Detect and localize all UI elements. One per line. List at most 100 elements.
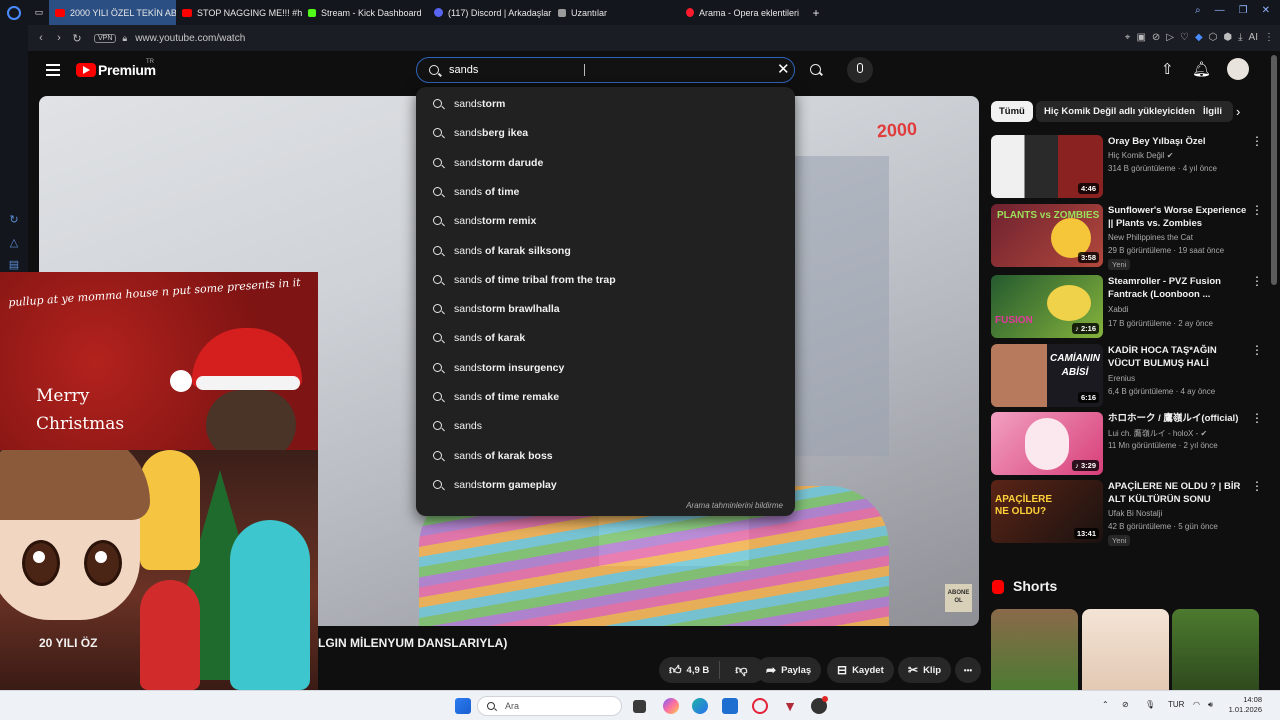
scrollbar-thumb[interactable] <box>1271 55 1277 285</box>
recommendation-item[interactable]: 4:46 Oray Bey Yılbaşı Özel Hiç Komik Değ… <box>991 135 1263 199</box>
page-scrollbar[interactable] <box>1268 51 1280 690</box>
chip-all[interactable]: Tümü <box>991 101 1033 122</box>
search-suggestion-item[interactable]: sandstorm gameplay <box>416 471 795 500</box>
task-view-icon[interactable] <box>633 700 646 713</box>
sidebar-aria-icon[interactable]: △ <box>8 237 20 249</box>
rec-title[interactable]: Sunflower's Worse Experience || Plants v… <box>1108 204 1248 231</box>
new-tab-button[interactable]: + <box>806 0 826 25</box>
opera-taskbar-icon[interactable] <box>752 698 768 714</box>
cube-icon[interactable]: ⬢ <box>1223 32 1232 43</box>
notifications-bell-icon[interactable]: 🔔︎ <box>1192 60 1211 78</box>
video-thumbnail[interactable]: ♪ 3:29 <box>991 412 1103 475</box>
search-suggestion-item[interactable]: sands of karak <box>416 324 795 353</box>
more-actions-button[interactable]: ••• <box>955 657 981 683</box>
rec-channel[interactable]: Ufak Bi Nostalji <box>1108 509 1162 518</box>
kebab-menu-icon[interactable]: ⋮ <box>1251 480 1263 492</box>
search-suggestion-item[interactable]: sands of karak boss <box>416 442 795 471</box>
kebab-menu-icon[interactable]: ⋮ <box>1251 344 1263 356</box>
search-suggestion-item[interactable]: sands <box>416 412 795 441</box>
taskbar-search[interactable]: Ara <box>477 696 622 716</box>
recommendation-item[interactable]: CAMİANIN ABİSİ 6:16 KADİR HOCA TAŞ*AĞIN … <box>991 344 1263 408</box>
search-suggestion-item[interactable]: sandstorm <box>416 90 795 119</box>
rec-title[interactable]: ホロホーク / 鷹嶺ルイ(official) <box>1108 412 1248 425</box>
sidebar-history-icon[interactable]: ↻ <box>8 214 20 226</box>
search-button[interactable] <box>803 57 829 83</box>
player-icon[interactable]: ▷ <box>1166 32 1174 43</box>
kebab-menu-icon[interactable]: ⋮ <box>1251 204 1263 216</box>
short-thumbnail[interactable] <box>1172 609 1259 690</box>
ai-icon[interactable]: AI <box>1249 32 1258 43</box>
rec-channel[interactable]: Lui ch. 鷹嶺ルイ - holoX - ✔ <box>1108 428 1207 439</box>
rec-title[interactable]: KADİR HOCA TAŞ*AĞIN VÜCUT BULMUŞ HALİ <box>1108 344 1248 370</box>
workspaces-icon[interactable]: ▭ <box>29 0 49 25</box>
search-suggestion-item[interactable]: sands of time remake <box>416 383 795 412</box>
tab-discord[interactable]: (117) Discord | Arkadaşlar <box>428 0 552 25</box>
valorant-icon[interactable]: ▼ <box>782 698 798 714</box>
language-indicator[interactable]: TUR <box>1168 700 1184 709</box>
store-icon[interactable] <box>722 698 738 714</box>
short-thumbnail[interactable] <box>991 609 1078 690</box>
lock-icon[interactable]: 🔒︎ <box>122 33 127 44</box>
report-predictions-link[interactable]: Arama tahminlerini bildirme <box>686 501 783 510</box>
back-icon[interactable]: ‹ <box>32 32 50 44</box>
search-tabs-icon[interactable]: ⌕ <box>1195 5 1201 16</box>
close-window-icon[interactable]: ✕ <box>1262 5 1270 16</box>
download-icon[interactable]: ⤓ <box>1238 32 1242 43</box>
recommendation-item[interactable]: FUSION ♪ 2:16 Steamroller - PVZ Fusion F… <box>991 275 1263 339</box>
forward-icon[interactable]: › <box>50 32 68 44</box>
kebab-menu-icon[interactable]: ⋮ <box>1251 412 1263 424</box>
short-thumbnail[interactable] <box>1082 609 1169 690</box>
video-thumbnail[interactable]: 4:46 <box>991 135 1103 198</box>
share-button[interactable]: ➦ Paylaş <box>756 657 822 683</box>
voice-search-button[interactable] <box>847 57 873 83</box>
clip-button[interactable]: ✂ Klip <box>898 657 952 683</box>
maximize-icon[interactable]: ❐ <box>1239 5 1248 16</box>
vpn-badge[interactable]: VPN <box>94 33 117 43</box>
video-thumbnail[interactable]: APAÇİLERE NE OLDU? 13:41 <box>991 480 1103 543</box>
search-input[interactable] <box>449 62 749 78</box>
clear-search-icon[interactable]: ✕ <box>777 62 790 78</box>
copilot-icon[interactable] <box>663 698 679 714</box>
tab-extensions[interactable]: Uzantılar <box>552 0 680 25</box>
search-suggestion-item[interactable]: sandsberg ikea <box>416 119 795 148</box>
video-thumbnail[interactable]: CAMİANIN ABİSİ 6:16 <box>991 344 1103 407</box>
search-suggestion-item[interactable]: sandstorm brawlhalla <box>416 295 795 324</box>
extensions-icon[interactable]: ⬡ <box>1209 32 1218 43</box>
guide-menu-icon[interactable] <box>46 64 60 76</box>
rec-channel[interactable]: Xabdi <box>1108 305 1128 314</box>
tray-overflow-icon[interactable]: ⌃ <box>1102 700 1109 709</box>
search-suggestion-item[interactable]: sandstorm darude <box>416 149 795 178</box>
search-suggestion-item[interactable]: sands of time <box>416 178 795 207</box>
heart-icon[interactable]: ♡ <box>1180 32 1189 43</box>
kebab-menu-icon[interactable]: ⋮ <box>1251 135 1263 147</box>
opera-logo-icon[interactable] <box>7 5 21 20</box>
search-box[interactable]: ✕ <box>416 57 795 83</box>
extension-icon[interactable]: ◆ <box>1195 32 1203 43</box>
rec-channel[interactable]: Erenius <box>1108 374 1135 383</box>
chip-related[interactable]: İlgili <box>1195 101 1233 122</box>
snapshot-icon[interactable]: ▣ <box>1136 32 1145 43</box>
wifi-icon[interactable]: ◠ <box>1193 700 1200 709</box>
rec-title[interactable]: Oray Bey Yılbaşı Özel <box>1108 135 1248 148</box>
tray-mic-icon[interactable]: 🎙︎ <box>1145 700 1155 709</box>
reload-icon[interactable]: ↻ <box>68 32 86 45</box>
dislike-button[interactable]: 👎︎ <box>725 663 757 678</box>
sidebar-pinboard-icon[interactable]: ▤ <box>8 259 20 271</box>
recommendation-item[interactable]: APAÇİLERE NE OLDU? 13:41 APAÇİLERE NE OL… <box>991 480 1263 546</box>
recommendation-item[interactable]: PLANTS vs ZOMBIES 3:58 Sunflower's Worse… <box>991 204 1263 270</box>
rec-channel[interactable]: New Philippines the Cat <box>1108 233 1193 242</box>
search-suggestion-item[interactable]: sandstorm remix <box>416 207 795 236</box>
recommendation-item[interactable]: ♪ 3:29 ホロホーク / 鷹嶺ルイ(official) Lui ch. 鷹嶺… <box>991 412 1263 476</box>
youtube-logo-icon[interactable] <box>76 63 96 77</box>
tray-shield-icon[interactable]: ⊘ <box>1122 700 1129 709</box>
volume-icon[interactable]: 🔊︎ <box>1208 700 1213 710</box>
video-thumbnail[interactable]: PLANTS vs ZOMBIES 3:58 <box>991 204 1103 267</box>
upload-icon[interactable]: ⇧ <box>1161 60 1174 78</box>
windows-start-icon[interactable] <box>455 698 471 714</box>
edge-icon[interactable] <box>692 698 708 714</box>
search-suggestion-item[interactable]: sands of time tribal from the trap <box>416 266 795 295</box>
tab-opera-addons[interactable]: Arama - Opera eklentileri <box>680 0 806 25</box>
menu-icon[interactable]: ⋮ <box>1264 32 1274 43</box>
video-thumbnail[interactable]: FUSION ♪ 2:16 <box>991 275 1103 338</box>
rec-title[interactable]: Steamroller - PVZ Fusion Fantrack (Loonb… <box>1108 275 1248 301</box>
